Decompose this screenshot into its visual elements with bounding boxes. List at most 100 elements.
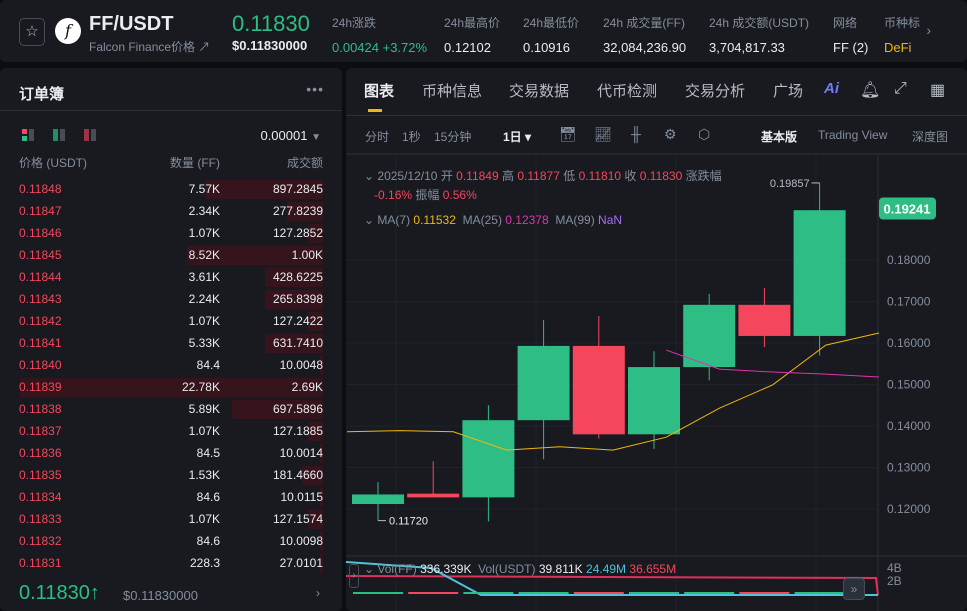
orderbook-row[interactable]: 0.11834 84.6 10.0115 (0, 486, 342, 508)
chevron-right-icon[interactable]: › (316, 586, 320, 600)
stat-label: 币种标 (884, 16, 921, 30)
stat-6: 币种标 DeFi (884, 14, 920, 55)
orderbook-last-price-usd: $0.11830000 (123, 588, 198, 603)
ask-amount: 127.2422 (272, 314, 323, 328)
ask-qty: 84.5 (196, 446, 220, 460)
ma99-label: MA(99) (555, 213, 595, 227)
ask-amount: 265.8398 (272, 292, 323, 306)
ask-qty: 2.24K (188, 292, 220, 306)
more-icon[interactable]: ••• (306, 81, 324, 97)
ask-price: 0.11831 (19, 556, 62, 570)
orderbook-row[interactable]: 0.11836 84.5 10.0014 (0, 442, 342, 464)
orderbook-row[interactable]: 0.11843 2.24K 265.8398 (0, 288, 342, 310)
orderbook-row[interactable]: 0.11847 2.34K 277.8239 (0, 200, 342, 222)
orderbook-row[interactable]: 0.11838 5.89K 697.5896 (0, 398, 342, 420)
stat-value: 0.10916 (523, 40, 570, 55)
scroll-left-button[interactable]: › (349, 564, 359, 588)
collapse-chevron-icon[interactable]: ⌄ (364, 169, 374, 183)
orderbook-row[interactable]: 0.11832 84.6 10.0098 (0, 530, 342, 552)
y-tick-label: 0.17000 (887, 295, 931, 309)
change-label: 涨跌幅 (685, 169, 722, 183)
ask-qty: 84.6 (196, 490, 220, 504)
orderbook-row[interactable]: 0.11841 5.33K 631.7410 (0, 332, 342, 354)
last-price-tag-text: 0.19241 (884, 201, 931, 216)
y-tick-label: 0.15000 (887, 378, 931, 392)
stat-label: 网络 (833, 16, 858, 30)
y-tick-label: 0.16000 (887, 336, 931, 350)
orderbook-row[interactable]: 0.11837 1.07K 127.1885 (0, 420, 342, 442)
y-tick-label: 0.12000 (887, 502, 931, 516)
candlestick-chart[interactable]: 0.18000 0.17000 0.16000 0.15000 0.14000 0.130… (346, 68, 967, 611)
orderbook-row[interactable]: 0.11845 8.52K 1.00K (0, 244, 342, 266)
ask-qty: 5.89K (188, 402, 220, 416)
ask-amount: 127.1885 (272, 424, 323, 438)
open-value: 0.11849 (456, 169, 499, 183)
ask-amount: 10.0014 (279, 446, 323, 460)
ask-price: 0.11832 (19, 534, 62, 548)
orderbook-row[interactable]: 0.11835 1.53K 181.4660 (0, 464, 342, 486)
candle-body (517, 345, 570, 421)
stat-value: FF (2) (833, 40, 869, 55)
orderbook-row[interactable]: 0.11839 22.78K 2.69K (0, 376, 342, 398)
orderbook-row[interactable]: 0.11840 84.4 10.0048 (0, 354, 342, 376)
open-label: 开 (440, 169, 453, 183)
coin-name-link[interactable]: Falcon Finance价格 ↗ (89, 38, 210, 55)
ask-price: 0.11835 (19, 468, 62, 482)
ask-price: 0.11846 (19, 226, 62, 240)
ask-price: 0.11847 (19, 204, 62, 218)
low-label: 0.11720 (389, 516, 428, 528)
candle-body (572, 345, 625, 435)
stat-value: 32,084,236.90 (603, 40, 687, 55)
orderbook-row[interactable]: 0.11844 3.61K 428.6225 (0, 266, 342, 288)
orderbook-row[interactable]: 0.11833 1.07K 127.1574 (0, 508, 342, 530)
chevron-right-icon[interactable]: › (926, 22, 931, 38)
candle-body (793, 210, 846, 336)
vol-usdt-value: 39.811K (538, 562, 583, 576)
ask-price: 0.11836 (19, 446, 62, 460)
volume-bar (684, 592, 735, 594)
chart-panel: 图表 币种信息 交易数据 代币检测 交易分析 广场 Ai 🔔︎ ⤢ ▦ 分时 1秒 15分钟 1… (346, 68, 967, 611)
ask-price: 0.11845 (19, 248, 62, 262)
mode-bids-icon[interactable] (53, 129, 65, 141)
candle-body (683, 304, 736, 368)
ask-qty: 1.53K (188, 468, 220, 482)
falcon-logo: f (55, 18, 81, 44)
candle-body (352, 494, 404, 505)
orderbook-title: 订单簿 (19, 86, 65, 103)
mode-both-icon[interactable] (22, 129, 34, 141)
orderbook-row[interactable]: 0.11831 228.3 27.0101 (0, 552, 342, 574)
orderbook-row[interactable]: 0.11848 7.57K 897.2845 (0, 178, 342, 200)
mode-asks-icon[interactable] (84, 129, 96, 141)
col-amount: 成交额 (286, 156, 323, 170)
stat-label: 24h最高价 (444, 16, 501, 30)
low-value: 0.11810 (578, 169, 622, 183)
ask-amount: 428.6225 (272, 270, 323, 284)
stat-1: 24h最高价 0.12102 (444, 14, 500, 55)
orderbook-row[interactable]: 0.11846 1.07K 127.2852 (0, 222, 342, 244)
ask-amount: 10.0098 (279, 534, 323, 548)
candle-body (462, 420, 515, 498)
precision-select[interactable]: 0.00001 ▼ (260, 128, 321, 143)
ask-amount: 631.7410 (272, 336, 323, 350)
orderbook-row[interactable]: 0.11842 1.07K 127.2422 (0, 310, 342, 332)
collapse-chevron-icon[interactable]: ⌄ (364, 213, 374, 227)
candle-body (407, 493, 460, 498)
ask-qty: 1.07K (188, 314, 220, 328)
stat-label: 24h最低价 (523, 16, 580, 30)
vol-axis-4b: 4B (887, 561, 902, 575)
ask-amount: 697.5896 (272, 402, 323, 416)
volume-bar (573, 592, 624, 594)
y-tick-label: 0.13000 (887, 461, 931, 475)
amplitude-value: 0.56% (442, 188, 477, 202)
ask-qty: 84.4 (196, 358, 220, 372)
ohlc-date: 2025/12/10 (377, 169, 438, 183)
vol-ma1-value: 24.49M (586, 562, 627, 576)
stat-2: 24h最低价 0.10916 (523, 14, 579, 55)
collapse-chevron-icon[interactable]: ⌄ (364, 562, 374, 576)
ma99-value: NaN (598, 213, 623, 227)
symbol[interactable]: FF/USDT (89, 13, 173, 36)
ask-price: 0.11848 (19, 182, 62, 196)
scroll-latest-button[interactable]: » (843, 578, 865, 600)
favorite-star-icon[interactable]: ☆ (19, 18, 45, 46)
ask-qty: 1.07K (188, 226, 220, 240)
